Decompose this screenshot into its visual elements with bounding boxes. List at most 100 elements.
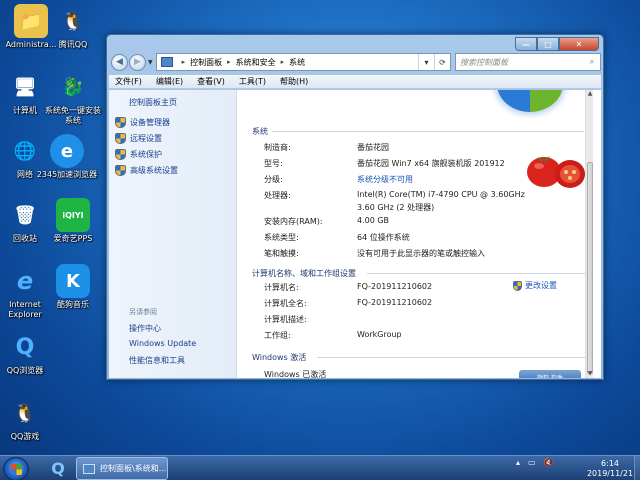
start-button[interactable] [3,457,29,480]
computer-name-label: 计算机名: [264,283,299,292]
desktop-icon-label: 腾讯QQ [58,40,88,49]
system-window: — □ ✕ ◀ ▶ ▼ ▸ 控制面板 ▸ 系统和安全 ▸ 系统 ▾ ⟳ 搜索控制… [106,34,604,380]
vertical-scrollbar[interactable]: ▲ ▼ [585,90,593,378]
model-value: 番茄花园 Win7 x64 旗舰装机版 201912 [357,159,505,168]
desktop-icon-label: 2345加速浏览器 [36,170,98,179]
address-bar[interactable]: ▸ 控制面板 ▸ 系统和安全 ▸ 系统 ▾ ⟳ [155,53,451,71]
processor-speed-value: 3.60 GHz (2 处理器) [357,203,435,212]
ram-label: 安装内存(RAM): [264,217,323,226]
rating-link[interactable]: 系统分级不可用 [357,174,413,185]
workgroup-value: WorkGroup [357,330,402,339]
maximize-button[interactable]: □ [537,37,559,51]
rating-label: 分级: [264,175,283,184]
genuine-software-badge[interactable]: 微软 软件 [519,370,581,378]
windows-logo [497,90,563,112]
tray-chevron-icon[interactable]: ▴ [516,458,520,467]
breadcrumb-separator: ▸ [181,58,186,66]
computer-description-label: 计算机描述: [264,315,307,324]
activation-section-title: Windows 激活 [252,353,307,362]
refresh-button[interactable]: ⟳ [434,54,450,70]
breadcrumb-control-panel[interactable]: 控制面板 [190,57,222,68]
network-icon[interactable]: ▭ [528,458,536,467]
window-content: 控制面板主页 设备管理器 远程设置 系统保护 高级系统设置 另请参阅 操作中心 … [109,90,601,378]
search-input[interactable]: 搜索控制面板 ⌕ [455,53,601,71]
search-icon[interactable]: ⌕ [584,57,600,67]
section-divider [367,273,585,274]
change-settings-link[interactable]: 更改设置 [513,280,557,291]
desktop-icon-2345-browser[interactable]: e 2345加速浏览器 [36,134,98,180]
scroll-up-icon[interactable]: ▲ [586,90,594,98]
menu-tools[interactable]: 工具(T) [239,76,266,87]
close-button[interactable]: ✕ [559,37,599,51]
desktop-icon-iqiyi[interactable]: iQIYI 爱奇艺PPS [42,198,104,244]
volume-muted-icon[interactable]: 🔇 [544,458,554,467]
change-settings-label: 更改设置 [525,281,557,290]
taskbar: Q 控制面板\系统和... ▴ ▭ 🔇 6:14 2019/11/21 [0,455,640,480]
system-protection-link[interactable]: 系统保护 [115,149,162,160]
address-row: ◀ ▶ ▼ ▸ 控制面板 ▸ 系统和安全 ▸ 系统 ▾ ⟳ 搜索控制面板 ⌕ [111,51,601,73]
device-manager-link[interactable]: 设备管理器 [115,117,170,128]
ram-value: 4.00 GB [357,216,390,225]
back-button[interactable]: ◀ [111,53,128,71]
iqiyi-icon: iQIYI [56,198,90,232]
dragon-icon: 🐉 [61,76,85,98]
see-also-heading: 另请参阅 [129,308,157,316]
qq-browser-icon: Q [51,459,65,478]
desktop-icon-kugou[interactable]: K 酷狗音乐 [42,264,104,310]
recent-pages-dropdown[interactable]: ▼ [148,59,153,66]
task-link-label: 系统保护 [130,150,162,159]
address-actions: ▾ ⟳ [418,54,450,70]
address-dropdown-button[interactable]: ▾ [418,54,434,70]
activation-status: Windows 已激活 [264,370,327,378]
control-panel-home-link[interactable]: 控制面板主页 [129,97,177,108]
recycle-bin-icon: 🗑 [13,204,37,226]
taskbar-task-label: 控制面板\系统和... [100,464,167,473]
desktop-icon-installer[interactable]: 🐉 系统免一键安装系统 [42,70,104,126]
desktop-icon-qq-game[interactable]: 🐧 QQ游戏 [0,396,56,442]
desktop-icon-qq-browser[interactable]: Q QQ浏览器 [0,330,56,376]
menu-help[interactable]: 帮助(H) [280,76,308,87]
arrow-right-icon: ▶ [134,57,141,67]
qq-penguin-icon: 🐧 [61,10,85,32]
browser-e-icon: e [50,134,84,168]
advanced-system-settings-link[interactable]: 高级系统设置 [115,165,178,176]
scroll-down-icon[interactable]: ▼ [586,370,594,378]
performance-tools-link[interactable]: 性能信息和工具 [129,355,185,366]
caption-buttons: — □ ✕ [515,37,599,51]
taskbar-task-control-panel[interactable]: 控制面板\系统和... [76,457,168,480]
pen-touch-label: 笔和触摸: [264,249,299,258]
task-link-label: 高级系统设置 [130,166,178,175]
windows-update-link[interactable]: Windows Update [129,339,196,348]
system-details-pane: 系统 制造商: 番茄花园 型号: 番茄花园 Win7 x64 旗舰装机版 201… [237,90,593,378]
minimize-button[interactable]: — [515,37,537,51]
processor-label: 处理器: [264,191,291,200]
computer-name-section-title: 计算机名称、域和工作组设置 [252,269,356,278]
desktop-icon-qq[interactable]: 🐧 腾讯QQ [42,4,104,50]
clock[interactable]: 6:14 2019/11/21 [584,459,636,479]
breadcrumb-system-security[interactable]: 系统和安全 [236,57,276,68]
shield-icon [115,133,126,144]
action-center-link[interactable]: 操作中心 [129,323,161,334]
remote-settings-link[interactable]: 远程设置 [115,133,162,144]
breadcrumb-system[interactable]: 系统 [289,57,305,68]
show-desktop-button[interactable] [634,456,640,480]
forward-button[interactable]: ▶ [129,53,146,71]
tomato-logo-icon [527,156,585,188]
section-divider [317,357,585,358]
computer-icon: 🖥 [13,76,37,98]
clock-time: 6:14 [601,459,619,468]
clock-date: 2019/11/21 [586,469,634,478]
desktop-icon-label: 爱奇艺PPS [53,234,93,243]
model-label: 型号: [264,159,283,168]
arrow-left-icon: ◀ [116,57,123,67]
menu-view[interactable]: 查看(V) [197,76,225,87]
menu-file[interactable]: 文件(F) [115,76,142,87]
scrollbar-thumb[interactable] [587,162,593,374]
task-pane: 控制面板主页 设备管理器 远程设置 系统保护 高级系统设置 另请参阅 操作中心 … [109,90,237,378]
search-placeholder: 搜索控制面板 [460,57,508,67]
section-divider [272,131,584,132]
internet-explorer-icon: e [16,267,34,295]
taskbar-qq-browser[interactable]: Q [44,458,72,479]
breadcrumb-separator: ▸ [227,58,231,66]
menu-edit[interactable]: 编辑(E) [156,76,183,87]
